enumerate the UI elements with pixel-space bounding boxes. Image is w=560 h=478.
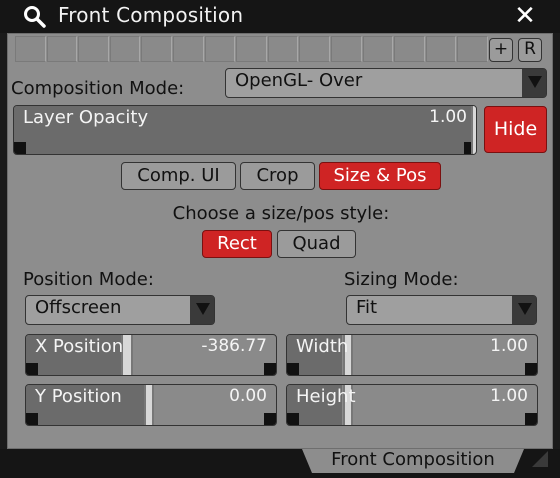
sizing-mode-dropdown[interactable]: Fit [346, 295, 537, 325]
reset-button[interactable]: R [518, 38, 542, 62]
chevron-down-icon [522, 69, 546, 97]
tab-crop[interactable]: Crop [240, 162, 315, 190]
layer-cell[interactable] [78, 36, 109, 62]
layer-cell[interactable] [236, 36, 267, 62]
layer-cell[interactable] [141, 36, 172, 62]
slider-max-knob[interactable] [525, 413, 537, 425]
size-style-prompt: Choose a size/pos style: [172, 203, 390, 224]
y-position-slider[interactable]: Y Position 0.00 [25, 384, 277, 426]
slider-min-knob[interactable] [26, 363, 38, 375]
slider-max-knob[interactable] [525, 363, 537, 375]
layer-cell[interactable] [425, 36, 457, 62]
slider-min-knob[interactable] [287, 363, 299, 375]
layer-cell[interactable] [204, 36, 236, 62]
slider-track-marker [144, 385, 154, 425]
close-icon[interactable]: ✕ [510, 1, 540, 31]
tab-size-pos[interactable]: Size & Pos [319, 162, 441, 190]
height-slider[interactable]: Height 1.00 [286, 384, 538, 426]
layer-cell[interactable] [267, 36, 299, 62]
position-mode-label: Position Mode: [23, 269, 154, 290]
slider-min-knob[interactable] [26, 413, 38, 425]
rect-style-button[interactable]: Rect [202, 230, 272, 258]
chevron-down-icon [512, 296, 536, 324]
tab-front-composition[interactable]: Front Composition [302, 449, 524, 473]
layer-cell[interactable] [299, 36, 330, 62]
slider-min-knob[interactable] [287, 413, 299, 425]
layer-cell[interactable] [15, 36, 46, 62]
y-position-label: Y Position [35, 386, 122, 407]
position-mode-value: Offscreen [35, 297, 122, 318]
layer-cell[interactable] [457, 36, 488, 62]
y-position-value: 0.00 [229, 386, 267, 406]
slider-min-knob[interactable] [14, 142, 26, 154]
x-position-value: -386.77 [201, 336, 267, 356]
tab-comp-ui[interactable]: Comp. UI [121, 162, 236, 190]
width-slider[interactable]: Width 1.00 [286, 334, 538, 376]
sizing-mode-value: Fit [356, 297, 378, 318]
layer-cell[interactable] [46, 36, 78, 62]
chevron-down-icon [190, 296, 214, 324]
position-mode-dropdown[interactable]: Offscreen [25, 295, 215, 325]
window: Front Composition ✕ + R Composition Mode… [0, 0, 560, 478]
height-label: Height [296, 386, 356, 407]
x-position-label: X Position [35, 336, 124, 357]
add-button[interactable]: + [489, 38, 513, 62]
layer-cell[interactable] [330, 36, 362, 62]
window-title: Front Composition [58, 3, 244, 27]
slider-max-knob[interactable] [264, 413, 276, 425]
quad-style-button[interactable]: Quad [277, 230, 356, 258]
composition-mode-label: Composition Mode: [11, 78, 185, 99]
composition-mode-value: OpenGL- Over [235, 70, 363, 91]
sizing-mode-label: Sizing Mode: [344, 269, 459, 290]
height-value: 1.00 [490, 386, 528, 406]
layer-opacity-slider[interactable]: Layer Opacity 1.00 [13, 105, 477, 155]
x-position-slider[interactable]: X Position -386.77 [25, 334, 277, 376]
resize-corner-icon[interactable] [532, 451, 548, 467]
layer-cell[interactable] [394, 36, 425, 62]
composition-panel: + R Composition Mode: OpenGL- Over Layer… [7, 33, 553, 449]
layer-cell[interactable] [362, 36, 394, 62]
title-bar[interactable]: Front Composition ✕ [0, 0, 560, 33]
width-label: Width [296, 336, 349, 357]
layer-cell-strip[interactable] [15, 36, 489, 62]
layer-opacity-label: Layer Opacity [23, 107, 149, 128]
width-value: 1.00 [490, 336, 528, 356]
slider-track-marker [471, 106, 476, 154]
hide-button[interactable]: Hide [484, 106, 547, 153]
search-icon[interactable] [22, 4, 48, 30]
layer-cell[interactable] [172, 36, 204, 62]
composition-mode-dropdown[interactable]: OpenGL- Over [225, 68, 547, 98]
slider-max-knob[interactable] [264, 363, 276, 375]
layer-opacity-value: 1.00 [429, 107, 467, 127]
layer-cell[interactable] [109, 36, 141, 62]
